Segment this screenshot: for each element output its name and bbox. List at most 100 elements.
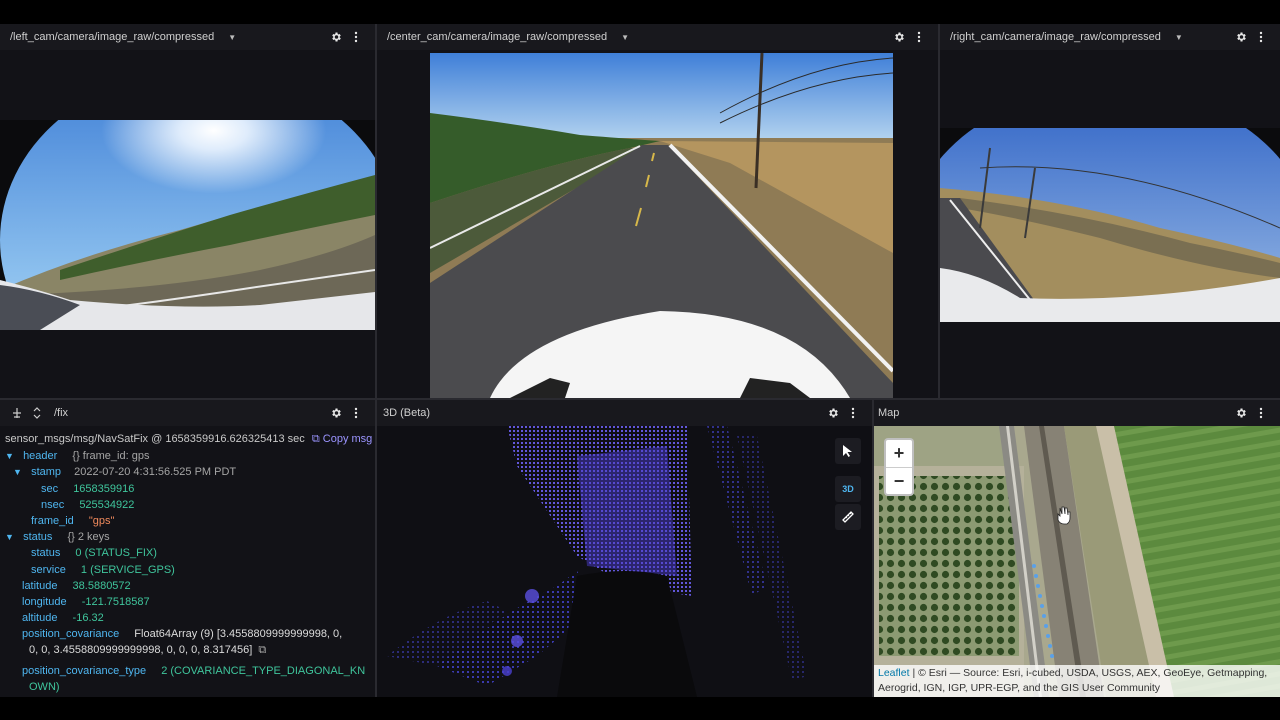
ruler-icon [842, 511, 854, 523]
gear-icon[interactable] [327, 28, 345, 46]
key-label: altitude [22, 612, 58, 625]
key-label: status [31, 547, 61, 560]
three-d-panel-header: 3D (Beta) [377, 400, 872, 426]
key-label: longitude [22, 595, 67, 608]
collapse-triangle-icon[interactable]: ▼ [5, 448, 17, 464]
zoom-in-button[interactable]: + [886, 440, 912, 467]
zoom-out-button[interactable]: − [886, 467, 912, 494]
left-cam-panel-header: /left_cam/camera/image_raw/compressed ▼ [0, 24, 375, 50]
tree-row-sec[interactable]: sec 1658359916 [5, 481, 375, 497]
value-label: 38.5880572 [72, 579, 131, 592]
copy-icon[interactable]: ⧉ [258, 644, 266, 656]
three-d-panel: 3D (Beta) 3D [377, 400, 872, 697]
tree-row-latitude[interactable]: latitude 38.5880572 [5, 578, 375, 594]
raw-message-topic[interactable]: /fix [54, 407, 68, 419]
key-label: position_covariance_type [22, 664, 147, 677]
gear-icon[interactable] [1232, 404, 1250, 422]
left-cam-panel: /left_cam/camera/image_raw/compressed ▼ [0, 24, 375, 398]
tree-row-altitude[interactable]: altitude -16.32 [5, 610, 375, 626]
tree-row-position-covariance-cont: 0, 0, 3.4558809999999998, 0, 0, 0, 8.317… [5, 642, 375, 658]
center-cam-panel-header: /center_cam/camera/image_raw/compressed … [377, 24, 938, 50]
leaflet-link[interactable]: Leaflet [878, 667, 910, 679]
key-label: status [23, 531, 53, 544]
key-label: nsec [41, 498, 65, 511]
tree-row-status-status[interactable]: status 0 (STATUS_FIX) [5, 545, 375, 561]
center-cam-topic[interactable]: /center_cam/camera/image_raw/compressed [387, 31, 607, 43]
value-label: 0, 0, 3.4558809999999998, 0, 0, 0, 8.317… [29, 644, 253, 657]
point-cloud-view[interactable] [377, 426, 872, 697]
copy-msg-label: Copy msg [322, 433, 373, 445]
value-label: 1 (SERVICE_GPS) [80, 563, 175, 576]
map-title: Map [878, 407, 900, 419]
gear-icon[interactable] [824, 404, 842, 422]
left-cam-topic[interactable]: /left_cam/camera/image_raw/compressed [10, 31, 214, 43]
key-label: sec [41, 482, 59, 495]
value-label: 525534922 [79, 498, 135, 511]
raw-message-panel: /fix sensor_msgs/msg/NavSatFix @ 1658359… [0, 400, 375, 697]
stamp-readable: 2022-07-20 4:31:56.525 PM PDT [74, 466, 237, 479]
attribution-text-1: | © Esri — Source: Esri, i-cubed, USDA, … [909, 667, 1268, 679]
raw-message-body: sensor_msgs/msg/NavSatFix @ 1658359916.6… [0, 426, 375, 697]
more-options-icon[interactable] [347, 404, 365, 422]
value-label: -121.7518587 [81, 595, 150, 608]
view-3d-toggle-button[interactable]: 3D [835, 476, 861, 502]
gear-icon[interactable] [890, 28, 908, 46]
map-zoom-controls: + − [884, 438, 914, 496]
chevron-down-icon[interactable]: ▼ [1175, 33, 1183, 42]
value-label: Float64Array (9) [3.4558809999999998, 0, [134, 628, 343, 641]
select-tool-button[interactable] [835, 438, 861, 464]
right-cam-panel: /right_cam/camera/image_raw/compressed ▼ [940, 24, 1280, 398]
more-options-icon[interactable] [1252, 28, 1270, 46]
more-options-icon[interactable] [910, 28, 928, 46]
map-panel: Map + − Leaflet | © Esri — Source: Esri,… [874, 400, 1280, 697]
summary-label: {} frame_id: gps [72, 450, 150, 463]
tree-row-longitude[interactable]: longitude -121.7518587 [5, 594, 375, 610]
right-cam-topic[interactable]: /right_cam/camera/image_raw/compressed [950, 31, 1161, 43]
attribution-text-2: Aerogrid, IGN, IGP, UPR-EGP, and the GIS… [878, 681, 1161, 694]
more-options-icon[interactable] [347, 28, 365, 46]
tree-row-position-covariance-type[interactable]: position_covariance_type 2 (COVARIANCE_T… [5, 663, 375, 679]
key-label: service [31, 563, 66, 576]
value-label: 1658359916 [73, 482, 135, 495]
gear-icon[interactable] [1232, 28, 1250, 46]
gear-icon[interactable] [327, 404, 345, 422]
chevron-down-icon[interactable]: ▼ [621, 33, 629, 42]
schema-line: sensor_msgs/msg/NavSatFix @ 1658359916.6… [5, 431, 375, 447]
tree-row-position-covariance[interactable]: position_covariance Float64Array (9) [3.… [5, 626, 375, 642]
schema-text: sensor_msgs/msg/NavSatFix @ 1658359916.6… [5, 433, 305, 445]
view-3d-label: 3D [842, 484, 854, 494]
value-label: OWN) [29, 680, 60, 693]
three-d-title: 3D (Beta) [383, 407, 431, 419]
key-label: stamp [31, 466, 62, 479]
collapse-triangle-icon[interactable]: ▼ [13, 464, 25, 480]
cursor-icon [843, 445, 852, 457]
value-label: -16.32 [72, 612, 104, 625]
tree-row-position-covariance-type-cont: OWN) [5, 679, 375, 695]
sort-arrows-icon[interactable] [28, 404, 46, 422]
center-cam-panel: /center_cam/camera/image_raw/compressed … [377, 24, 938, 398]
tree-row-nsec[interactable]: nsec 525534922 [5, 497, 375, 513]
tree-row-service[interactable]: service 1 (SERVICE_GPS) [5, 562, 375, 578]
measure-tool-button[interactable] [835, 504, 861, 530]
tree-row-frame-id[interactable]: frame_id "gps" [5, 513, 375, 529]
value-label: 0 (STATUS_FIX) [75, 547, 157, 560]
key-label: header [23, 450, 58, 463]
copy-msg-button[interactable]: ⧉ Copy msg [312, 433, 372, 445]
collapse-triangle-icon[interactable]: ▼ [5, 529, 17, 545]
tree-row-stamp[interactable]: ▼ stamp 2022-07-20 4:31:56.525 PM PDT [5, 464, 375, 480]
key-label: frame_id [31, 514, 74, 527]
more-options-icon[interactable] [1252, 404, 1270, 422]
value-label: "gps" [88, 514, 115, 527]
expand-collapse-icon[interactable] [8, 404, 26, 422]
chevron-down-icon[interactable]: ▼ [228, 33, 236, 42]
tree-row-status[interactable]: ▼ status {} 2 keys [5, 529, 375, 545]
map-panel-header: Map [874, 400, 1280, 426]
left-cam-image [0, 120, 375, 330]
more-options-icon[interactable] [844, 404, 862, 422]
right-cam-image [940, 128, 1280, 322]
key-label: position_covariance [22, 628, 120, 641]
map-view[interactable] [874, 426, 1280, 697]
key-label: latitude [22, 579, 58, 592]
tree-row-header[interactable]: ▼ header {} frame_id: gps [5, 448, 375, 464]
map-attribution: Leaflet | © Esri — Source: Esri, i-cubed… [874, 665, 1280, 697]
